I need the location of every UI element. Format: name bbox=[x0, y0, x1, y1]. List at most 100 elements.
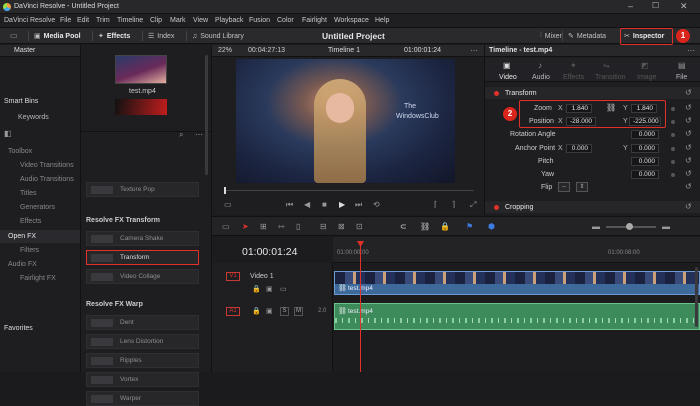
viewer-timeline-name[interactable]: Timeline 1 bbox=[328, 47, 360, 54]
yaw-reset-icon[interactable]: ↺ bbox=[685, 169, 692, 178]
tree-filters[interactable]: Filters bbox=[20, 247, 39, 254]
stop-icon[interactable]: ■ bbox=[322, 200, 327, 209]
anchor-x-field[interactable]: 0.000 bbox=[566, 144, 592, 153]
menu-timeline[interactable]: Timeline bbox=[117, 17, 143, 24]
pitch-keyframe[interactable] bbox=[671, 160, 675, 164]
marker-icon[interactable]: ⬢ bbox=[488, 222, 495, 231]
tree-audio-fx[interactable]: Audio FX bbox=[8, 261, 37, 268]
timeline-ruler[interactable] bbox=[333, 237, 700, 263]
track-a1-badge[interactable]: A1 bbox=[226, 307, 240, 316]
viewer-options-icon[interactable]: ⋯ bbox=[470, 46, 478, 55]
a1-solo-button[interactable]: S bbox=[280, 307, 289, 316]
transform-section-title[interactable]: Transform bbox=[505, 90, 537, 97]
anchor-keyframe[interactable] bbox=[671, 147, 675, 151]
v1-autoselect-icon[interactable]: ▣ bbox=[266, 285, 273, 293]
dynamic-trim-icon[interactable]: ⇿ bbox=[278, 222, 285, 231]
viewer-fullscreen-icon[interactable]: ⤢ bbox=[470, 200, 476, 210]
replace-clip-icon[interactable]: ⊡ bbox=[356, 222, 363, 231]
fx-lens-distortion[interactable]: Lens Distortion bbox=[86, 334, 199, 349]
position-keyframe[interactable] bbox=[671, 120, 675, 124]
v1-lock-icon[interactable]: 🔒 bbox=[252, 285, 261, 293]
tree-titles[interactable]: Titles bbox=[20, 190, 36, 197]
fx-ripples[interactable]: Ripples bbox=[86, 353, 199, 368]
menu-edit[interactable]: Edit bbox=[77, 17, 89, 24]
a1-mute-button[interactable]: M bbox=[294, 307, 303, 316]
tab-effects-icon[interactable]: ✦ bbox=[570, 61, 577, 70]
position-reset-icon[interactable]: ↺ bbox=[685, 116, 692, 125]
flip-reset-icon[interactable]: ↺ bbox=[685, 182, 692, 191]
flag-icon[interactable]: ⚑ bbox=[466, 222, 473, 231]
media-thumbnail[interactable] bbox=[115, 55, 167, 84]
menu-clip[interactable]: Clip bbox=[150, 17, 162, 24]
menu-fusion[interactable]: Fusion bbox=[249, 17, 270, 24]
index-button[interactable]: ☰ Index bbox=[148, 30, 174, 42]
search-icon[interactable]: ⌕ bbox=[179, 130, 183, 140]
flip-horizontal-button[interactable]: ⇔ bbox=[558, 182, 570, 192]
menu-file[interactable]: File bbox=[60, 17, 71, 24]
media-thumbnail-2[interactable] bbox=[115, 99, 167, 115]
fx-texture-pop[interactable]: Texture Pop bbox=[86, 182, 199, 197]
close-button[interactable]: ✕ bbox=[680, 1, 688, 12]
tree-fairlight-fx[interactable]: Fairlight FX bbox=[20, 275, 56, 282]
tab-effects[interactable]: Effects bbox=[563, 74, 584, 81]
pitch-reset-icon[interactable]: ↺ bbox=[685, 156, 692, 165]
zoom-out-icon[interactable]: ▬ bbox=[592, 222, 600, 231]
tree-open-fx[interactable]: Open FX bbox=[8, 233, 36, 240]
a1-lock-icon[interactable]: 🔒 bbox=[252, 307, 261, 315]
anchor-reset-icon[interactable]: ↺ bbox=[685, 143, 692, 152]
linked-selection-icon[interactable]: ⛓ bbox=[420, 222, 430, 231]
rotation-keyframe[interactable] bbox=[671, 133, 675, 137]
track-v1-badge[interactable]: V1 bbox=[226, 272, 240, 281]
tree-generators[interactable]: Generators bbox=[20, 204, 55, 211]
menu-davinci[interactable]: DaVinci Resolve bbox=[4, 17, 55, 24]
tab-transition[interactable]: Transition bbox=[595, 74, 625, 81]
menu-fairlight[interactable]: Fairlight bbox=[302, 17, 327, 24]
yaw-keyframe[interactable] bbox=[671, 173, 675, 177]
menu-help[interactable]: Help bbox=[375, 17, 389, 24]
menu-workspace[interactable]: Workspace bbox=[334, 17, 369, 24]
viewer-layout-icon[interactable]: ▭ bbox=[224, 200, 232, 209]
overwrite-clip-icon[interactable]: ⊠ bbox=[338, 222, 345, 231]
fx-transform[interactable]: Transform bbox=[86, 250, 199, 265]
tab-file[interactable]: File bbox=[676, 74, 687, 81]
zoom-in-icon[interactable]: ▬ bbox=[662, 222, 670, 231]
zoom-keyframe[interactable] bbox=[671, 107, 675, 111]
rotation-field[interactable]: 0.000 bbox=[631, 130, 659, 139]
viewer-zoom[interactable]: 22% bbox=[218, 47, 232, 54]
cropping-enable-dot[interactable] bbox=[494, 205, 499, 210]
smart-bin-keywords[interactable]: Keywords bbox=[18, 114, 49, 121]
transform-enable-dot[interactable] bbox=[494, 91, 499, 96]
fx-video-collage[interactable]: Video Collage bbox=[86, 269, 199, 284]
jump-end-icon[interactable]: ⏭ bbox=[355, 200, 362, 210]
play-icon[interactable]: ▶ bbox=[339, 200, 345, 209]
video-clip[interactable]: ⛓ test.mp4 bbox=[334, 271, 700, 295]
tab-image[interactable]: Image bbox=[637, 74, 656, 81]
a1-autoselect-icon[interactable]: ▣ bbox=[266, 307, 273, 315]
jump-start-icon[interactable]: ⏮ bbox=[286, 200, 293, 210]
tab-audio[interactable]: Audio bbox=[532, 74, 550, 81]
v1-enable-icon[interactable]: ▭ bbox=[280, 285, 287, 293]
tree-video-transitions[interactable]: Video Transitions bbox=[20, 162, 74, 169]
rotation-reset-icon[interactable]: ↺ bbox=[685, 129, 692, 138]
inspector-options-icon[interactable]: ⋯ bbox=[687, 46, 695, 55]
pitch-field[interactable]: 0.000 bbox=[631, 157, 659, 166]
tab-file-icon[interactable]: ▤ bbox=[678, 61, 686, 70]
mark-out-icon[interactable]: ⌉ bbox=[452, 200, 455, 209]
sound-library-button[interactable]: ♫ Sound Library bbox=[192, 30, 244, 42]
effects-button[interactable]: ✦ Effects bbox=[98, 30, 130, 42]
snapping-icon[interactable]: ⊂ bbox=[400, 222, 407, 231]
menu-playback[interactable]: Playback bbox=[215, 17, 243, 24]
tab-video-icon[interactable]: ▣ bbox=[503, 61, 511, 70]
timeline-view-icon[interactable]: ▭ bbox=[222, 222, 230, 231]
blade-tool-icon[interactable]: ▯ bbox=[296, 222, 300, 231]
library-scrollbar[interactable] bbox=[205, 55, 208, 175]
trim-tool-icon[interactable]: ⊞ bbox=[260, 222, 267, 231]
tab-video[interactable]: Video bbox=[499, 74, 517, 81]
monitor-icon[interactable]: ▭ bbox=[10, 31, 18, 40]
menu-trim[interactable]: Trim bbox=[96, 17, 110, 24]
insert-clip-icon[interactable]: ⊟ bbox=[320, 222, 327, 231]
viewer-scrubber[interactable] bbox=[224, 190, 474, 191]
tab-transition-icon[interactable]: ⇋ bbox=[603, 61, 610, 70]
position-lock-icon[interactable]: 🔒 bbox=[440, 222, 450, 231]
cropping-section-title[interactable]: Cropping bbox=[505, 204, 533, 211]
